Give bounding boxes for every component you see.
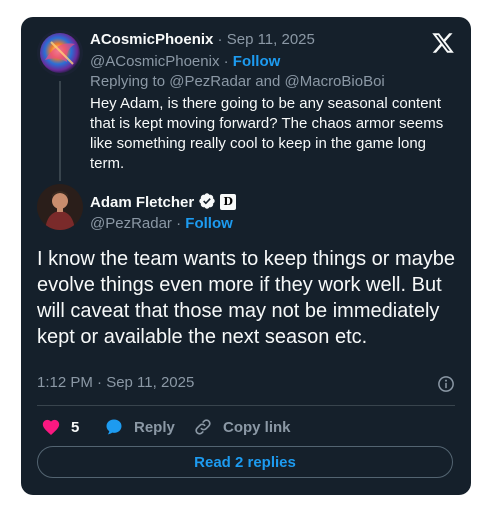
verified-badge-icon: [199, 193, 215, 209]
read-replies-label: Read 2 replies: [194, 453, 296, 471]
reply-follow-link[interactable]: Follow: [233, 53, 281, 70]
reply-action[interactable]: Reply: [104, 417, 175, 437]
avatar-acosmicphoenix[interactable]: [37, 30, 83, 76]
main-handle-separator: ·: [171, 215, 186, 232]
actions-divider: [37, 405, 455, 406]
reply-author-handle[interactable]: @ACosmicPhoenix: [90, 53, 219, 70]
reply-date-separator: ·: [213, 31, 227, 48]
read-replies-button[interactable]: Read 2 replies: [37, 446, 453, 478]
reply-tweet-text: Hey Adam, is there going to be any seaso…: [90, 95, 444, 172]
heart-icon: [42, 419, 60, 435]
x-logo-icon[interactable]: [431, 31, 455, 55]
main-handle-row: @PezRadar · Follow: [90, 214, 233, 234]
reply-date[interactable]: Sep 11, 2025: [227, 31, 315, 48]
reply-author-name[interactable]: ACosmicPhoenix: [90, 31, 213, 48]
main-tweet-timestamp[interactable]: 1:12 PM · Sep 11, 2025: [37, 373, 194, 393]
avatar-adam-fletcher[interactable]: [37, 184, 83, 230]
affiliation-badge-label: D: [223, 195, 233, 208]
replying-to-line: Replying to @PezRadar and @MacroBioBoi: [90, 73, 385, 90]
embedded-tweet-card: ACosmicPhoenix · Sep 11, 2025 @ACosmicPh…: [21, 17, 471, 495]
like-count: 5: [71, 418, 80, 436]
reply-bubble-icon: [106, 419, 122, 435]
main-tweet-header: Adam Fletcher D: [90, 192, 237, 213]
main-author-name[interactable]: Adam Fletcher: [90, 194, 194, 211]
link-icon: [195, 419, 211, 435]
reply-tweet-header: ACosmicPhoenix · Sep 11, 2025: [90, 30, 315, 50]
main-author-handle[interactable]: @PezRadar: [90, 215, 172, 232]
copy-link-action[interactable]: Copy link: [193, 417, 291, 437]
reply-handle-row: @ACosmicPhoenix · Follow: [90, 52, 280, 72]
copy-link-label: Copy link: [223, 418, 291, 436]
reply-handle-separator: ·: [219, 53, 233, 70]
like-action[interactable]: 5: [41, 417, 79, 437]
main-follow-link[interactable]: Follow: [185, 215, 233, 232]
info-icon[interactable]: [437, 375, 455, 393]
main-tweet-text: I know the team wants to keep things or …: [37, 248, 455, 348]
reply-label: Reply: [134, 418, 175, 436]
thread-connector-line: [59, 81, 61, 181]
affiliation-badge-icon[interactable]: D: [220, 194, 237, 210]
